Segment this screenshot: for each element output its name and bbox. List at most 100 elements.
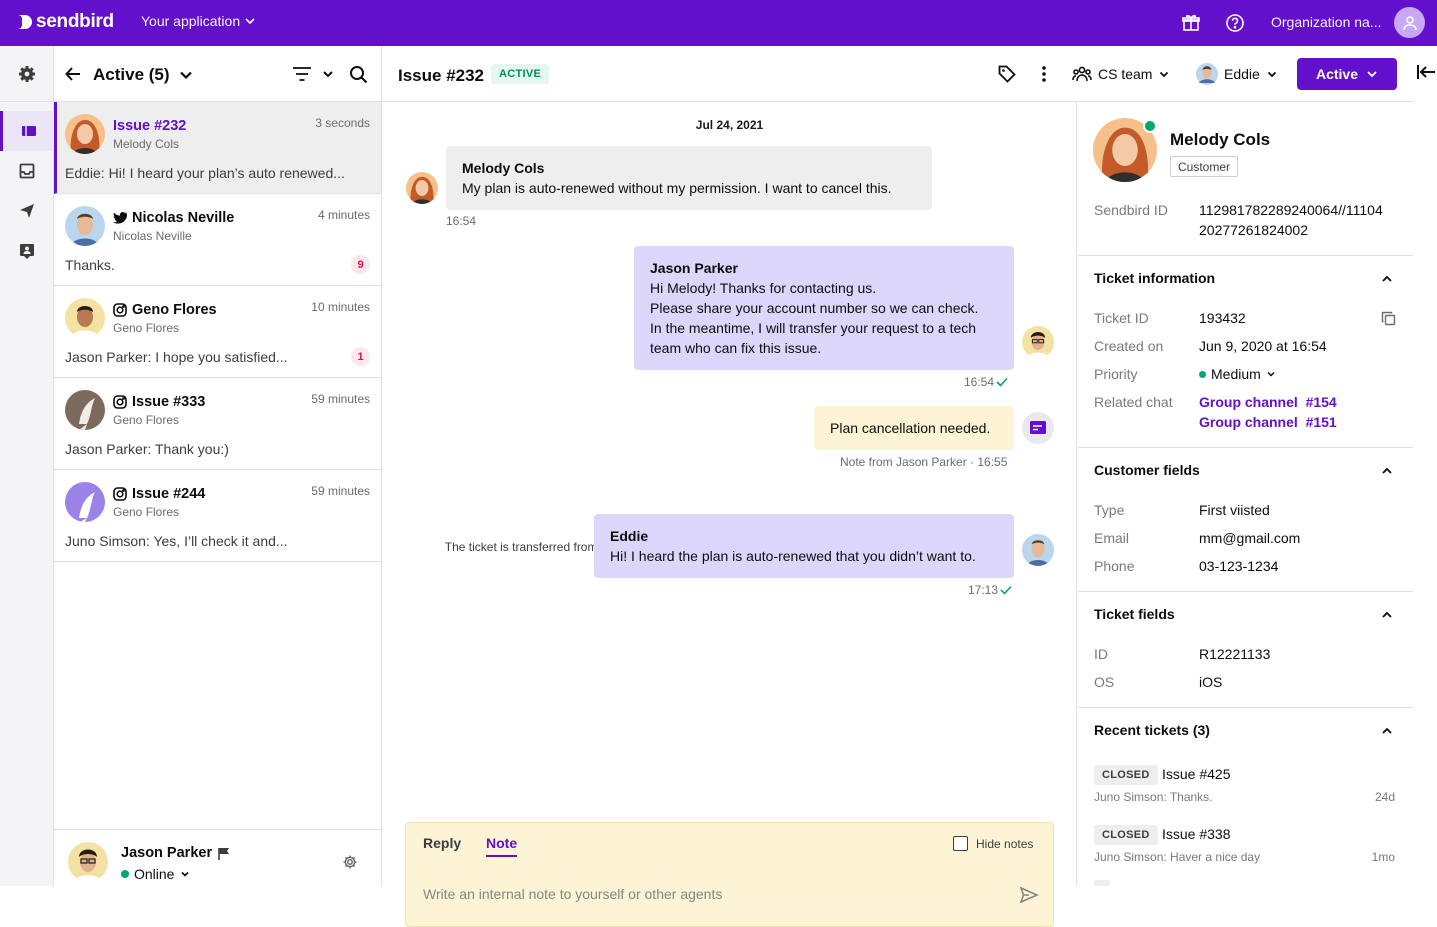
current-agent-bar: Jason Parker Online (54, 829, 381, 886)
avatar[interactable] (1394, 7, 1425, 38)
send-nav-icon[interactable] (0, 191, 54, 231)
ticket-list-item[interactable]: Issue #244 Geno Flores 59 minutes Juno S… (54, 470, 381, 562)
organization-name[interactable]: Organization na... (1271, 14, 1382, 30)
message-bubble[interactable]: Eddie Hi! I heard the plan is auto-renew… (594, 514, 1014, 578)
email-label: Email (1094, 530, 1130, 546)
settings-gear-icon[interactable] (0, 54, 54, 94)
gift-icon[interactable] (1181, 13, 1201, 33)
hide-notes-label: Hide notes (976, 836, 1034, 851)
chevron-up-icon[interactable] (1380, 272, 1394, 286)
message-time-row: 17:13 (968, 583, 1012, 597)
assigned-agent-name: Eddie (1224, 66, 1260, 82)
ticket-last-message: Jason Parker: Thank you:) (65, 441, 229, 457)
ticket-list-item[interactable]: Geno Flores Geno Flores 10 minutes Jason… (54, 286, 381, 378)
message-text: Hi! I heard the plan is auto-renewed tha… (610, 548, 976, 564)
online-dot-icon (121, 870, 129, 878)
closed-badge-partial (1094, 880, 1110, 886)
internal-note-bubble[interactable]: Plan cancellation needed. (814, 406, 1014, 450)
ticket-title-row: Geno Flores (113, 302, 217, 318)
instagram-icon (113, 395, 127, 409)
tab-note[interactable]: Note (486, 835, 518, 857)
search-icon[interactable] (349, 65, 368, 84)
type-value: First viisted (1199, 502, 1270, 518)
os-value: iOS (1199, 674, 1223, 690)
application-selector[interactable]: Your application (141, 13, 256, 29)
agent-status-selector[interactable]: Online (121, 866, 191, 882)
hide-notes-checkbox[interactable]: Hide notes (953, 836, 1033, 851)
brand-name: sendbird (36, 11, 114, 32)
chevron-down-icon[interactable] (322, 68, 334, 80)
avatar (65, 206, 105, 246)
collapse-panel-icon[interactable] (1416, 62, 1436, 82)
priority-selector[interactable]: Medium (1199, 366, 1276, 382)
more-options-icon[interactable] (1034, 64, 1054, 84)
message-time: 17:13 (968, 583, 999, 597)
ticket-list-item[interactable]: Issue #333 Geno Flores 59 minutes Jason … (54, 378, 381, 470)
priority-label: Priority (1094, 366, 1138, 382)
chevron-up-icon[interactable] (1380, 608, 1394, 622)
twitter-icon (113, 212, 127, 224)
chevron-down-icon[interactable] (179, 68, 193, 82)
checkbox[interactable] (953, 836, 968, 851)
back-arrow-icon[interactable] (64, 65, 82, 83)
chevron-down-icon (1158, 68, 1170, 80)
os-label: OS (1094, 674, 1115, 690)
note-composer: Reply Note Hide notes Write an internal … (405, 822, 1054, 927)
conversation-panel: Issue #232 ACTIVE CS team Eddie Active J… (382, 46, 1435, 927)
message-sender: Melody Cols (462, 160, 545, 176)
created-label: Created on (1094, 338, 1164, 354)
divider (1078, 707, 1413, 708)
rail-divider (0, 101, 54, 102)
copy-icon[interactable] (1381, 311, 1396, 326)
note-input[interactable]: Write an internal note to yourself or ot… (423, 886, 722, 902)
tab-reply[interactable]: Reply (423, 835, 461, 851)
filter-icon[interactable] (292, 66, 312, 82)
flag-icon[interactable] (218, 847, 230, 860)
chevron-up-icon[interactable] (1380, 724, 1394, 738)
section-title[interactable]: Recent tickets (3) (1094, 722, 1210, 738)
sendbird-id-label: Sendbird ID (1094, 202, 1168, 218)
ticket-list-item[interactable]: Issue #232 Melody Cols 3 seconds Eddie: … (54, 102, 381, 194)
unread-count-badge: 9 (351, 255, 370, 274)
message-bubble[interactable]: Melody Cols My plan is auto-renewed with… (446, 146, 932, 210)
send-icon[interactable] (1019, 886, 1039, 904)
ticket-list-item[interactable]: Nicolas Neville Nicolas Neville 4 minute… (54, 194, 381, 286)
ticket-last-message: Juno Simson: Yes, I’ll check it and... (65, 533, 288, 549)
tickets-nav-icon[interactable] (0, 111, 54, 151)
avatar[interactable] (68, 842, 108, 882)
ticket-customer-name: Geno Flores (113, 505, 180, 519)
assigned-agent-selector[interactable]: Eddie (1196, 63, 1278, 85)
section-title[interactable]: Ticket information (1094, 270, 1215, 286)
avatar (65, 298, 105, 338)
team-selector[interactable]: CS team (1072, 65, 1170, 83)
avatar (65, 390, 105, 430)
priority-value: Medium (1211, 366, 1261, 382)
ticket-status-button[interactable]: Active (1297, 58, 1397, 90)
ticket-list-title[interactable]: Active (5) (93, 65, 170, 85)
brand-logo[interactable]: sendbird (16, 10, 114, 34)
message-bubble[interactable]: Jason Parker Hi Melody! Thanks for conta… (634, 246, 1014, 370)
help-icon[interactable] (1225, 13, 1245, 33)
agent-card-icon[interactable] (0, 231, 54, 271)
recent-ticket-title[interactable]: Issue #425 (1162, 766, 1231, 782)
inbox-icon[interactable] (0, 151, 54, 191)
top-bar: sendbird Your application Organization n… (0, 0, 1437, 46)
chevron-up-icon[interactable] (1380, 464, 1394, 478)
ticket-last-message: Jason Parker: I hope you satisfied... (65, 349, 288, 365)
gear-icon[interactable] (342, 854, 358, 870)
related-chat-link[interactable]: Group channel #151 (1199, 414, 1337, 430)
recent-ticket-title[interactable]: Issue #338 (1162, 826, 1231, 842)
ticket-id-value: 193432 (1199, 310, 1246, 326)
avatar (406, 172, 438, 204)
note-text: Plan cancellation needed. (830, 420, 991, 436)
related-chat-link[interactable]: Group channel #154 (1199, 394, 1337, 410)
ticket-title: Issue #244 (132, 486, 206, 502)
team-icon (1072, 65, 1092, 83)
conversation-header: Issue #232 ACTIVE CS team Eddie Active (382, 46, 1435, 102)
chevron-down-icon (1266, 68, 1278, 80)
created-value: Jun 9, 2020 at 16:54 (1199, 338, 1327, 354)
tag-icon[interactable] (997, 64, 1017, 84)
section-title[interactable]: Customer fields (1094, 462, 1200, 478)
section-title[interactable]: Ticket fields (1094, 606, 1175, 622)
related-chat-label: Related chat (1094, 394, 1173, 410)
